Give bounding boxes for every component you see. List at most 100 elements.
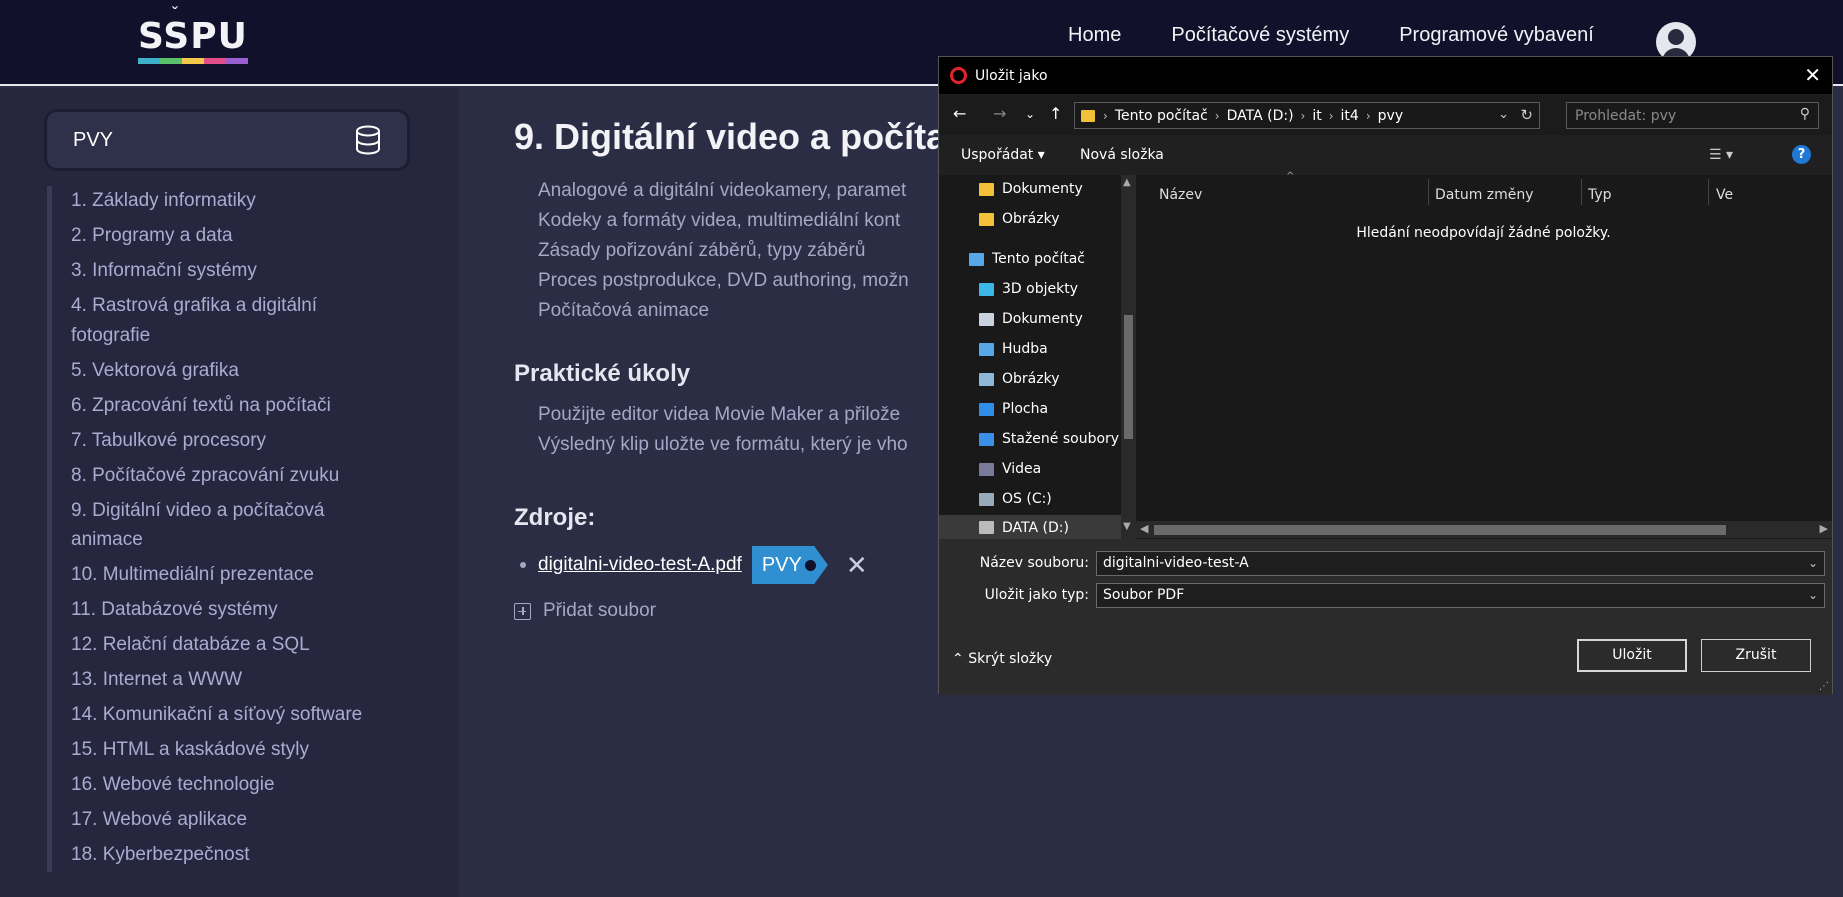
resize-grip-icon[interactable]: ⋰ [1819,681,1829,692]
nav-item-3d-objects[interactable]: 3D objekty [979,281,1078,297]
breadcrumb-item[interactable]: pvy [1378,108,1403,124]
video-icon [979,462,994,476]
chapter-link[interactable]: 6. Zpracování textů na počítači [71,391,401,421]
nav-item-this-pc[interactable]: Tento počítač [969,251,1085,267]
chapter-link-active[interactable]: 9. Digitální video a počítačová animace [71,496,401,555]
scroll-left-icon[interactable]: ◀ [1140,522,1148,535]
chevron-down-icon[interactable]: ⌄ [1808,552,1818,575]
column-header-date[interactable]: Datum změny [1435,187,1534,203]
new-folder-button[interactable]: Nová složka [1080,147,1164,163]
dialog-toolbar: Uspořádat ▾ Nová složka ☰ ▾ ? [939,135,1832,175]
folder-icon [979,182,994,196]
add-file-label: Přidat soubor [543,600,657,621]
help-icon[interactable]: ? [1792,145,1811,164]
breadcrumb-item[interactable]: it [1312,108,1321,124]
chapter-link[interactable]: 7. Tabulkové procesory [71,426,401,456]
save-button[interactable]: Uložit [1577,639,1687,672]
chapter-link[interactable]: 16. Webové technologie [71,770,401,800]
chapter-link[interactable]: 4. Rastrová grafika a digitální fotograf… [71,291,401,350]
up-arrow-icon[interactable]: ↑ [1049,104,1062,123]
dialog-title: Uložit jako [975,67,1048,84]
chapter-link[interactable]: 10. Multimediální prezentace [71,560,401,590]
subject-name: PVY [73,128,114,151]
nav-computer-systems[interactable]: Počítačové systémy [1171,24,1349,47]
topic-item: Analogové a digitální videokamery, param… [538,176,968,206]
chapter-link[interactable]: 11. Databázové systémy [71,595,401,625]
search-input[interactable]: Prohledat: pvy ⚲ [1566,102,1819,129]
scrollbar-thumb[interactable] [1154,525,1726,535]
dialog-titlebar[interactable]: Uložit jako ✕ [939,57,1832,94]
chevron-down-icon[interactable]: ⌄ [1808,584,1818,607]
nav-item-label: DATA (D:) [1002,519,1069,536]
chapter-link[interactable]: 15. HTML a kaskádové styly [71,735,401,765]
nav-item-label: Plocha [1002,401,1049,417]
view-options-icon[interactable]: ☰ ▾ [1709,147,1733,163]
scrollbar-thumb[interactable] [1124,315,1133,439]
nav-software[interactable]: Programové vybavení [1399,24,1594,47]
source-file-link[interactable]: digitalni-video-test-A.pdf [538,554,742,576]
nav-item-documents[interactable]: Dokumenty [979,181,1083,197]
hide-folders-toggle[interactable]: ⌃ Skrýt složky [952,651,1052,667]
column-header-name[interactable]: Název [1159,187,1202,203]
nav-item-label: 3D objekty [1002,281,1078,297]
chevron-down-icon[interactable]: ⌄ [1498,107,1509,122]
chapter-link[interactable]: 14. Komunikační a síťový software [71,700,401,730]
nav-item-desktop[interactable]: Plocha [979,401,1048,417]
nav-item-videos[interactable]: Videa [979,461,1041,477]
breadcrumb-item[interactable]: it4 [1341,108,1359,124]
nav-home[interactable]: Home [1068,24,1121,47]
remove-file-icon[interactable]: ✕ [846,550,868,581]
recent-chevron-icon[interactable]: ⌄ [1025,107,1035,121]
forward-arrow-icon[interactable]: → [993,104,1006,123]
nav-item-label: Stažené soubory [1002,431,1120,447]
nav-item-downloads[interactable]: Stažené soubory [979,431,1119,447]
add-file-button[interactable]: Přidat soubor [514,600,944,622]
subject-selector[interactable]: PVY [47,112,407,168]
chapter-link[interactable]: 8. Počítačové zpracování zvuku [71,461,401,491]
nav-item-label: OS (C:) [1002,491,1052,507]
chapter-link[interactable]: 1. Základy informatiky [71,186,401,216]
cancel-button[interactable]: Zrušit [1701,639,1811,672]
chapter-link[interactable]: 18. Kyberbezpečnost [71,840,401,870]
column-header-size[interactable]: Ve [1716,187,1733,203]
chapter-list: 1. Základy informatiky 2. Programy a dat… [71,186,401,875]
address-bar[interactable]: › Tento počítač › DATA (D:) › it › it4 ›… [1074,102,1540,129]
chapter-link[interactable]: 13. Internet a WWW [71,665,401,695]
chapter-link[interactable]: 5. Vektorová grafika [71,356,401,386]
chapter-link[interactable]: 12. Relační databáze a SQL [71,630,401,660]
breadcrumb-item[interactable]: DATA (D:) [1227,108,1294,124]
scroll-right-icon[interactable]: ▶ [1820,522,1828,535]
nav-scrollbar[interactable]: ▲ ▼ [1121,175,1136,539]
nav-item-documents-pc[interactable]: Dokumenty [979,311,1083,327]
sidebar: PVY 1. Základy informatiky 2. Programy a… [0,88,458,897]
nav-item-drive-c[interactable]: OS (C:) [979,491,1052,507]
topic-item: Zásady pořizování záběrů, typy záběrů [538,236,968,266]
main-nav: Home Počítačové systémy Programové vybav… [1068,24,1594,47]
chapter-link[interactable]: 17. Webové aplikace [71,805,401,835]
back-arrow-icon[interactable]: ← [953,104,966,123]
breadcrumb-item[interactable]: Tento počítač [1115,108,1208,124]
filetype-select[interactable]: Soubor PDF ⌄ [1096,583,1825,608]
horizontal-scrollbar[interactable]: ◀ ▶ [1136,521,1832,538]
nav-item-label: Obrázky [1002,371,1060,387]
nav-item-pictures-pc[interactable]: Obrázky [979,371,1059,387]
tasks-heading: Praktické úkoly [514,360,691,387]
nav-item-music[interactable]: Hudba [979,341,1048,357]
column-header-type[interactable]: Typ [1588,187,1612,203]
scroll-up-icon[interactable]: ▲ [1123,177,1131,188]
empty-message: Hledání neodpovídají žádné položky. [1356,225,1611,241]
chapter-link[interactable]: 2. Programy a data [71,221,401,251]
close-icon[interactable]: ✕ [1804,63,1821,87]
nav-item-drive-d[interactable]: DATA (D:) [939,515,1121,539]
filename-input[interactable]: digitalni-video-test-A ⌄ [1096,551,1825,576]
chapter-link[interactable]: 3. Informační systémy [71,256,401,286]
school-logo[interactable]: ˇ SSPU [138,4,248,70]
nav-item-pictures[interactable]: Obrázky [979,211,1059,227]
task-item: Použijte editor videa Movie Maker a přil… [538,400,968,430]
scroll-down-icon[interactable]: ▼ [1123,521,1131,532]
database-icon [355,125,381,155]
refresh-icon[interactable]: ↻ [1520,106,1533,124]
tag-hole [804,560,816,571]
organize-menu[interactable]: Uspořádat ▾ [961,147,1045,163]
music-icon [979,342,994,356]
